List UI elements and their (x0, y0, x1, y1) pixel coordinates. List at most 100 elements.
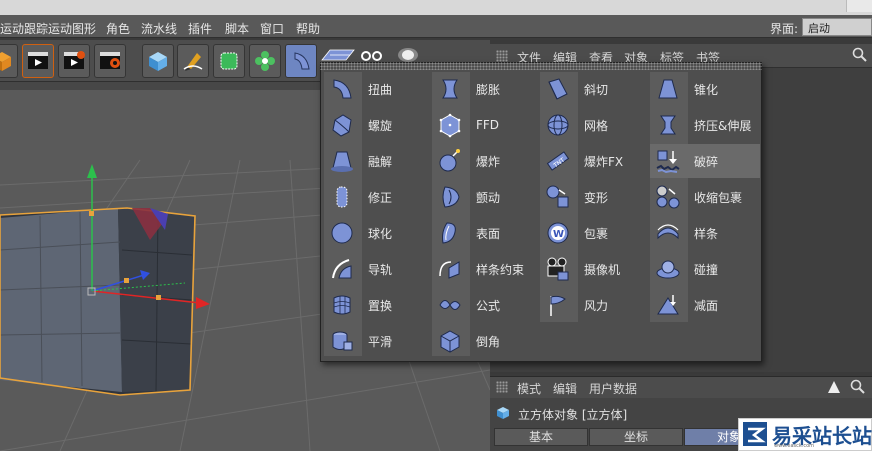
deformer-item-jiggle[interactable]: 颤动 (432, 180, 538, 214)
deformer-item-melt[interactable]: 融解 (324, 144, 430, 178)
deformer-item-explosion[interactable]: 爆炸 (432, 144, 538, 178)
toolbar-cube-button[interactable] (0, 44, 18, 78)
smoothing-icon (328, 327, 356, 355)
polygon-reduction-icon (654, 291, 682, 319)
attr-menu-mode[interactable]: 模式 (517, 380, 541, 397)
deformer-item-wrap[interactable]: W 包裹 (540, 216, 648, 250)
menu-window[interactable]: 窗口 (260, 20, 284, 37)
deformer-item-formula[interactable]: 公式 (432, 288, 538, 322)
deformer-item-correction[interactable]: 修正 (324, 180, 430, 214)
deformer-item-bend[interactable]: 扭曲 (324, 72, 430, 106)
deformer-item-taper[interactable]: 锥化 (650, 72, 760, 106)
deformer-item-displacer[interactable]: 置换 (324, 288, 430, 322)
menu-bar (0, 15, 872, 38)
bevel-icon (436, 327, 464, 355)
up-arrow-icon[interactable] (826, 379, 842, 395)
deformer-item-collision[interactable]: 碰撞 (650, 252, 760, 286)
deformer-item-shatter[interactable]: 破碎 (650, 144, 760, 178)
menu-help[interactable]: 帮助 (296, 20, 320, 37)
deformer-item-wind[interactable]: 风力 (540, 288, 648, 322)
deformer-item-spline[interactable]: 样条 (650, 216, 760, 250)
panel-grip-icon[interactable] (496, 50, 508, 62)
deformer-label: FFD (476, 118, 500, 132)
deformer-item-spline-wrap[interactable]: 样条约束 (432, 252, 538, 286)
render-settings-icon (100, 52, 120, 69)
floor-icon[interactable] (320, 48, 356, 62)
title-bar (0, 0, 872, 15)
deformer-item-squash-stretch[interactable]: 挤压&伸展 (650, 108, 760, 142)
attr-search-icon[interactable] (850, 379, 866, 395)
deformer-item-polygon-reduction[interactable]: 减面 (650, 288, 760, 322)
deformer-item-twist[interactable]: 螺旋 (324, 108, 430, 142)
cloner-button[interactable] (249, 44, 281, 78)
menu-mograph[interactable]: 运动图形 (48, 20, 96, 37)
render-view-button[interactable] (22, 44, 54, 78)
attributes-manager-header (490, 376, 872, 398)
menu-motion-tracking[interactable]: 运动跟踪 (0, 20, 48, 37)
deformer-label: 膨胀 (476, 82, 501, 97)
search-icon[interactable] (852, 47, 868, 63)
tab-coordinates[interactable]: 坐标 (589, 428, 683, 446)
attr-menu-edit[interactable]: 编辑 (553, 380, 577, 397)
deformer-label: 球化 (368, 226, 393, 241)
twist-icon (328, 111, 356, 139)
attr-menu-userdata[interactable]: 用户数据 (589, 380, 637, 397)
deformer-item-surface[interactable]: 表面 (432, 216, 538, 250)
camera-icon[interactable] (360, 50, 384, 62)
deformer-item-bevel[interactable]: 倒角 (432, 324, 538, 358)
render-settings-button[interactable] (94, 44, 126, 78)
tab-basic[interactable]: 基本 (494, 428, 588, 446)
bend-deformer-icon (294, 52, 310, 70)
deformer-label: 置换 (368, 298, 393, 313)
light-icon[interactable] (396, 47, 420, 63)
watermark-logo (743, 422, 767, 446)
deformer-item-morph[interactable]: 变形 (540, 180, 648, 214)
melt-icon (328, 147, 356, 175)
bulge-icon (436, 75, 464, 103)
deformer-item-rail[interactable]: 导轨 (324, 252, 430, 286)
menu-pipeline[interactable]: 流水线 (141, 20, 177, 37)
deformer-item-bulge[interactable]: 膨胀 (432, 72, 538, 106)
deformer-label: 收缩包裹 (694, 190, 743, 205)
layout-label: 界面: (770, 22, 799, 36)
bend-icon (328, 75, 356, 103)
deformer-label: 变形 (584, 190, 609, 205)
render-picture-viewer-button[interactable] (58, 44, 90, 78)
attr-grip-icon[interactable] (496, 381, 508, 393)
layout-dropdown[interactable]: 启动 (802, 18, 872, 36)
cube-primitive-button[interactable] (142, 44, 174, 78)
spherify-icon (328, 219, 356, 247)
subdivision-surface-button[interactable] (213, 44, 245, 78)
deformer-item-mesh[interactable]: 网格 (540, 108, 648, 142)
deformer-bend-button[interactable] (285, 44, 317, 78)
morph-icon (544, 183, 572, 211)
deformer-label: 样条约束 (476, 262, 525, 277)
window-close-button[interactable] (846, 0, 872, 12)
deformer-item-explosion-fx[interactable]: TNT 爆炸FX (540, 144, 648, 178)
deformer-label: 爆炸FX (584, 154, 624, 169)
deformer-item-ffd[interactable]: FFD (432, 108, 538, 142)
taper-icon (654, 75, 682, 103)
menu-character[interactable]: 角色 (106, 20, 130, 37)
deformer-label: 爆炸 (476, 154, 501, 169)
deformer-item-smoothing[interactable]: 平滑 (324, 324, 430, 358)
deformer-label: 碰撞 (694, 262, 719, 277)
menu-script[interactable]: 脚本 (225, 20, 249, 37)
deformer-item-shrink-wrap[interactable]: 收缩包裹 (650, 180, 760, 214)
watermark-subtext: www.easck.com (774, 443, 815, 449)
deformer-label: 破碎 (694, 154, 719, 169)
cube-primitive-icon (149, 52, 167, 71)
deformer-label: 融解 (368, 154, 393, 169)
formula-icon (436, 291, 464, 319)
cube-object-icon (497, 407, 509, 419)
deformer-item-camera[interactable]: 摄像机 (540, 252, 648, 286)
deformer-label: 减面 (694, 298, 719, 313)
deformer-menu-tear-off-handle[interactable] (320, 62, 762, 70)
menu-plugins[interactable]: 插件 (188, 20, 212, 37)
deformer-label: 样条 (694, 226, 719, 241)
deformer-item-spherify[interactable]: 球化 (324, 216, 430, 250)
deformer-label: 表面 (476, 226, 501, 241)
render-picture-viewer-icon (64, 51, 85, 69)
pen-spline-button[interactable] (177, 44, 209, 78)
deformer-item-shear[interactable]: 斜切 (540, 72, 648, 106)
